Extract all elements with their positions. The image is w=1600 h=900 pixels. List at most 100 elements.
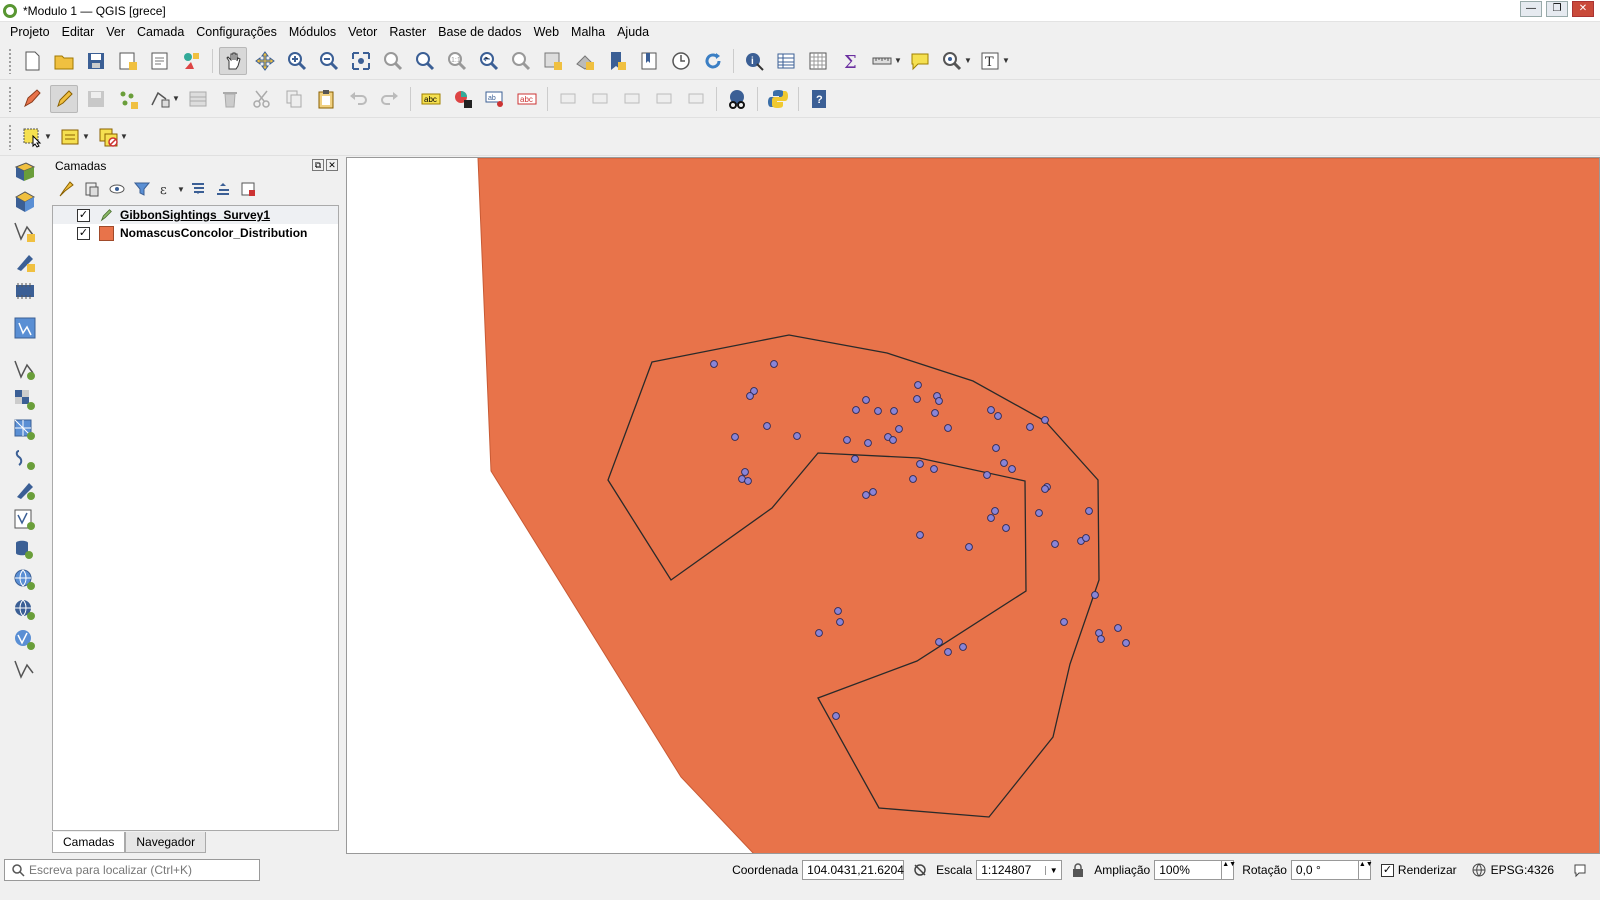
new-spatialite-layer-icon[interactable] [8,277,42,307]
menu-malha[interactable]: Malha [565,25,611,39]
menu-camada[interactable]: Camada [131,25,190,39]
save-project-icon[interactable] [82,47,110,75]
scale-dropdown-arrow[interactable]: ▼ [1045,865,1061,875]
close-button[interactable]: ✕ [1572,1,1594,17]
sighting-point[interactable] [793,432,801,440]
new-map-view-icon[interactable] [539,47,567,75]
open-layer-styling-icon[interactable] [56,178,78,200]
sighting-point[interactable] [916,460,924,468]
sighting-point[interactable] [992,444,1000,452]
cut-features-icon[interactable] [248,85,276,113]
open-attribute-table-icon[interactable] [772,47,800,75]
text-annotation-icon[interactable]: T [976,47,1004,75]
measure-line-icon[interactable] [868,47,896,75]
sighting-point[interactable] [914,381,922,389]
magnifier-spinner[interactable]: ▲▼ [1221,860,1236,880]
locator-search-icon[interactable] [938,47,966,75]
add-vector-layer-icon[interactable] [8,355,42,385]
sighting-point[interactable] [1041,485,1049,493]
sighting-point[interactable] [815,629,823,637]
select-value-dropdown-arrow[interactable]: ▼ [82,132,90,141]
python-console-icon[interactable] [764,85,792,113]
sighting-point[interactable] [843,436,851,444]
sighting-point[interactable] [987,406,995,414]
new-3d-map-view-icon[interactable] [571,47,599,75]
help-icon[interactable]: ? [805,85,833,113]
new-print-layout-icon[interactable] [114,47,142,75]
expand-all-icon[interactable] [187,178,209,200]
rotation-field[interactable]: 0,0 ° ▲▼ [1290,860,1373,880]
crs-globe-icon[interactable] [1471,862,1487,878]
sighting-point[interactable] [852,406,860,414]
layout-manager-icon[interactable] [146,47,174,75]
sighting-point[interactable] [983,471,991,479]
deselect-all-icon[interactable] [94,123,122,151]
rotation-spinner[interactable]: ▲▼ [1357,860,1373,880]
zoom-last-icon[interactable] [475,47,503,75]
sighting-point[interactable] [832,712,840,720]
delete-selected-icon[interactable] [216,85,244,113]
refresh-icon[interactable] [699,47,727,75]
add-vector-tile-layer-icon[interactable] [8,655,42,685]
close-panel-icon[interactable]: ✕ [326,159,338,171]
metasearch-icon[interactable] [723,85,751,113]
layer-item-nomascus-distribution[interactable]: ✓ NomascusConcolor_Distribution [53,224,338,242]
locator-search-box[interactable]: Escreva para localizar (Ctrl+K) [4,859,260,881]
identify-features-icon[interactable]: i [740,47,768,75]
sighting-point[interactable] [731,433,739,441]
crs-label[interactable]: EPSG:4326 [1491,863,1554,877]
deselect-dropdown-arrow[interactable]: ▼ [120,132,128,141]
toolbar-grip[interactable] [8,123,12,150]
add-wfs-layer-icon[interactable] [8,625,42,655]
tab-navegador[interactable]: Navegador [125,832,207,853]
paste-features-icon[interactable] [312,85,340,113]
filter-expression-dropdown-arrow[interactable]: ▼ [177,185,185,194]
sighting-point[interactable] [741,468,749,476]
sighting-point[interactable] [1000,459,1008,467]
add-raster-layer-icon[interactable] [8,385,42,415]
new-spatial-bookmark-icon[interactable] [603,47,631,75]
distribution-polygon[interactable] [477,158,1600,854]
sighting-point[interactable] [994,412,1002,420]
sighting-point[interactable] [1114,624,1122,632]
sighting-point[interactable] [1122,639,1130,647]
current-edits-icon[interactable] [18,85,46,113]
style-manager-icon[interactable] [178,47,206,75]
zoom-native-icon[interactable]: 1:1 [443,47,471,75]
sighting-point[interactable] [909,475,917,483]
sighting-point[interactable] [1002,524,1010,532]
menu-base-de-dados[interactable]: Base de dados [432,25,527,39]
map-svg[interactable] [347,158,1600,854]
filter-by-expression-icon[interactable]: ε [156,178,178,200]
sighting-point[interactable] [834,607,842,615]
sighting-point[interactable] [935,638,943,646]
toggle-extents-icon[interactable] [912,862,928,878]
new-temporary-scratch-layer-icon[interactable] [8,217,42,247]
zoom-to-layer-icon[interactable] [411,47,439,75]
add-delimited-text-layer-icon[interactable] [8,445,42,475]
tab-camadas[interactable]: Camadas [52,832,126,853]
label-properties-icon[interactable] [682,85,710,113]
add-wms-layer-icon[interactable] [8,565,42,595]
new-geopackage-icon[interactable] [8,187,42,217]
zoom-full-icon[interactable] [347,47,375,75]
move-label-icon[interactable] [554,85,582,113]
sighting-point[interactable] [987,514,995,522]
sighting-point[interactable] [869,488,877,496]
select-dropdown-arrow[interactable]: ▼ [44,132,52,141]
sighting-point[interactable] [746,392,754,400]
vertex-tool-icon[interactable] [146,85,174,113]
lock-scale-icon[interactable] [1070,862,1086,878]
menu-configuracoes[interactable]: Configurações [190,25,283,39]
map-canvas[interactable] [346,157,1600,854]
sighting-point[interactable] [1097,635,1105,643]
rotate-label-icon[interactable] [586,85,614,113]
filter-legend-icon[interactable] [131,178,153,200]
menu-ver[interactable]: Ver [100,25,131,39]
add-point-feature-icon[interactable] [114,85,142,113]
data-source-manager-icon[interactable] [8,157,42,187]
add-mesh-layer-icon[interactable] [8,415,42,445]
pin-labels-icon[interactable]: ab [481,85,509,113]
show-hide-labels-icon[interactable]: abc [513,85,541,113]
sighting-point[interactable] [1026,423,1034,431]
